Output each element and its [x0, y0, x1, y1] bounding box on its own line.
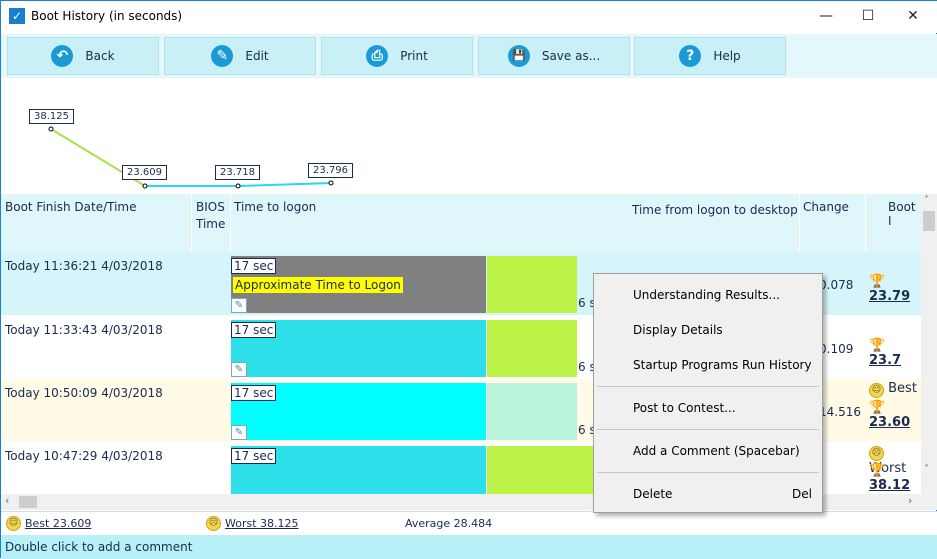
trophy-icon: 🏆	[869, 274, 886, 289]
average-text: Average 28.484	[405, 517, 493, 530]
save-label: Save as...	[541, 49, 601, 63]
chart-point	[328, 180, 334, 186]
scroll-thumb[interactable]	[19, 496, 37, 508]
chart-data-label: 23.796	[308, 163, 353, 178]
help-label: Help	[713, 49, 741, 63]
boot-value-link[interactable]: 23.79	[869, 289, 910, 304]
menu-startup-history[interactable]: Startup Programs Run History	[633, 358, 812, 372]
menu-separator	[597, 429, 819, 430]
comment-pencil-icon[interactable]: ✎	[231, 298, 247, 313]
trophy-icon: 🏆	[869, 338, 886, 353]
delete-shortcut: Del	[792, 487, 812, 501]
sad-face-icon: ☹	[869, 446, 884, 461]
footer-text: Double click to add a comment	[5, 540, 193, 554]
trophy-icon: 🏆	[869, 463, 886, 478]
menu-post-contest[interactable]: Post to Contest...	[633, 401, 736, 415]
footer-hint: Double click to add a comment	[1, 535, 937, 559]
col-bios[interactable]: BIOS	[196, 200, 225, 214]
seconds-label: 17 sec	[231, 385, 277, 401]
title-bar: ✓ Boot History (in seconds) — ☐ ✕	[1, 1, 937, 33]
desktop-bar	[487, 383, 577, 440]
col-desktop[interactable]: Time from logon to desktop	[632, 203, 798, 217]
app-check-icon: ✓	[9, 8, 25, 24]
status-bar: ☺ Best 23.609 ☹ Worst 38.125 Average 28.…	[1, 511, 937, 535]
menu-add-comment[interactable]: Add a Comment (Spacebar)	[633, 444, 800, 458]
col-boot[interactable]: Boot I	[888, 200, 921, 228]
scroll-left-icon[interactable]: ‹	[5, 494, 9, 507]
comment-pencil-icon[interactable]: ✎	[231, 362, 247, 377]
seconds-label: 17 sec	[231, 448, 277, 464]
seconds-label: 17 sec	[231, 322, 277, 338]
change-value: 14.516	[819, 405, 861, 419]
back-label: Back	[85, 49, 115, 63]
menu-separator	[597, 472, 819, 473]
chart-data-label: 38.125	[29, 109, 74, 124]
vertical-scrollbar[interactable]: ˄ ˅	[921, 194, 937, 510]
menu-display-details[interactable]: Display Details	[633, 323, 723, 337]
scroll-up-icon[interactable]: ˄	[924, 195, 929, 206]
printer-icon: ⎙	[366, 45, 389, 67]
smiley-icon: ☺	[869, 383, 884, 398]
row-date: Today 10:50:09 4/03/2018	[5, 386, 163, 400]
tooltip: Approximate Time to Logon	[233, 277, 403, 293]
desktop-bar	[487, 320, 577, 377]
col-change[interactable]: Change	[803, 200, 849, 214]
boot-value-link[interactable]: 23.60	[869, 415, 910, 430]
chart-data-label: 23.718	[215, 165, 260, 180]
boot-value-link[interactable]: 38.12	[869, 478, 910, 493]
edit-button[interactable]: ✎ Edit	[164, 37, 316, 75]
scroll-thumb[interactable]	[923, 211, 935, 231]
edit-icon: ✎	[211, 45, 234, 67]
sad-face-icon: ☹	[206, 516, 221, 531]
print-label: Print	[400, 49, 428, 63]
change-value: 0.078	[819, 278, 854, 292]
smiley-icon: ☺	[6, 516, 21, 531]
boot-value-link[interactable]: 23.7	[869, 353, 901, 368]
help-icon: ?	[679, 45, 702, 67]
row-date: Today 11:33:43 4/03/2018	[5, 323, 163, 337]
seconds-label: 17 sec	[231, 258, 277, 274]
help-button[interactable]: ? Help	[634, 37, 786, 75]
row-date: Today 11:36:21 4/03/2018	[5, 259, 163, 273]
minimize-button[interactable]: —	[811, 5, 841, 27]
best-link[interactable]: Best 23.609	[25, 517, 91, 530]
save-as-button[interactable]: 💾 Save as...	[478, 37, 630, 75]
menu-delete[interactable]: Delete	[633, 487, 672, 501]
change-value: 0.109	[819, 342, 854, 356]
scroll-right-icon[interactable]: ›	[908, 494, 912, 507]
chart-point	[235, 183, 241, 189]
desktop-bar	[487, 446, 597, 494]
save-icon: 💾	[507, 45, 530, 67]
context-menu: Understanding Results... Display Details…	[593, 273, 823, 513]
toolbar: ↶ Back ✎ Edit ⎙ Print 💾 Save as... ? Help	[1, 34, 937, 78]
menu-separator	[597, 386, 819, 387]
maximize-button[interactable]: ☐	[853, 5, 883, 27]
menu-understanding-results[interactable]: Understanding Results...	[633, 288, 780, 302]
chart-point	[48, 126, 54, 132]
best-badge: Best	[888, 381, 917, 396]
back-arrow-icon: ↶	[51, 45, 74, 67]
comment-pencil-icon[interactable]: ✎	[231, 425, 247, 440]
trophy-icon: 🏆	[869, 400, 886, 415]
back-button[interactable]: ↶ Back	[7, 37, 159, 75]
close-button[interactable]: ✕	[898, 5, 928, 27]
worst-link[interactable]: Worst 38.125	[225, 517, 299, 530]
chart-segment	[237, 182, 332, 187]
col-bios-2: Time	[196, 217, 226, 231]
boot-time-chart: 38.125 23.609 23.718 23.796	[1, 78, 937, 194]
row-date: Today 10:47:29 4/03/2018	[5, 449, 163, 463]
col-logon[interactable]: Time to logon	[234, 200, 316, 214]
chart-data-label: 23.609	[122, 165, 167, 180]
edit-label: Edit	[245, 49, 269, 63]
desktop-bar	[487, 256, 577, 313]
chart-point	[142, 183, 148, 189]
window-title: Boot History (in seconds)	[31, 9, 183, 23]
col-date[interactable]: Boot Finish Date/Time	[5, 200, 137, 214]
print-button[interactable]: ⎙ Print	[321, 37, 473, 75]
scroll-down-icon[interactable]: ˅	[924, 464, 929, 475]
table-header: Boot Finish Date/Time BIOS Time Time to …	[1, 194, 921, 252]
